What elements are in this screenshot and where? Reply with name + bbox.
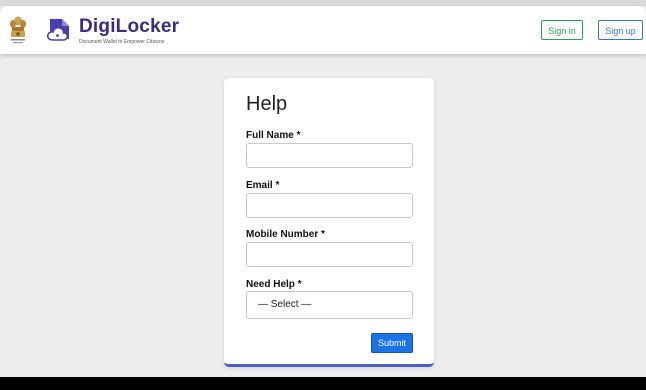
brand-name: DigiLocker	[79, 16, 180, 37]
page-title: Help	[246, 93, 288, 115]
sign-up-button[interactable]: Sign up	[598, 20, 643, 40]
digilocker-logo-icon	[46, 19, 69, 41]
submit-button[interactable]: Submit	[371, 333, 413, 353]
mobile-number-input[interactable]	[246, 242, 413, 267]
full-name-input[interactable]	[246, 143, 413, 168]
mobile-number-label: Mobile Number *	[246, 229, 325, 240]
need-help-label: Need Help *	[246, 279, 302, 290]
need-help-select[interactable]: — Select —	[246, 291, 413, 319]
top-navbar: DigiLocker Document Wallet to Empower Ci…	[0, 6, 646, 54]
national-emblem-icon	[10, 16, 26, 44]
email-input[interactable]	[246, 193, 413, 218]
help-form-card: Help Full Name * Email * Mobile Number *…	[224, 78, 434, 367]
bottom-bar	[0, 377, 646, 390]
email-label: Email *	[246, 180, 280, 191]
sign-in-button[interactable]: Sign in	[541, 20, 583, 40]
full-name-label: Full Name *	[246, 130, 301, 141]
brand-tagline: Document Wallet to Empower Citizens	[79, 39, 165, 45]
